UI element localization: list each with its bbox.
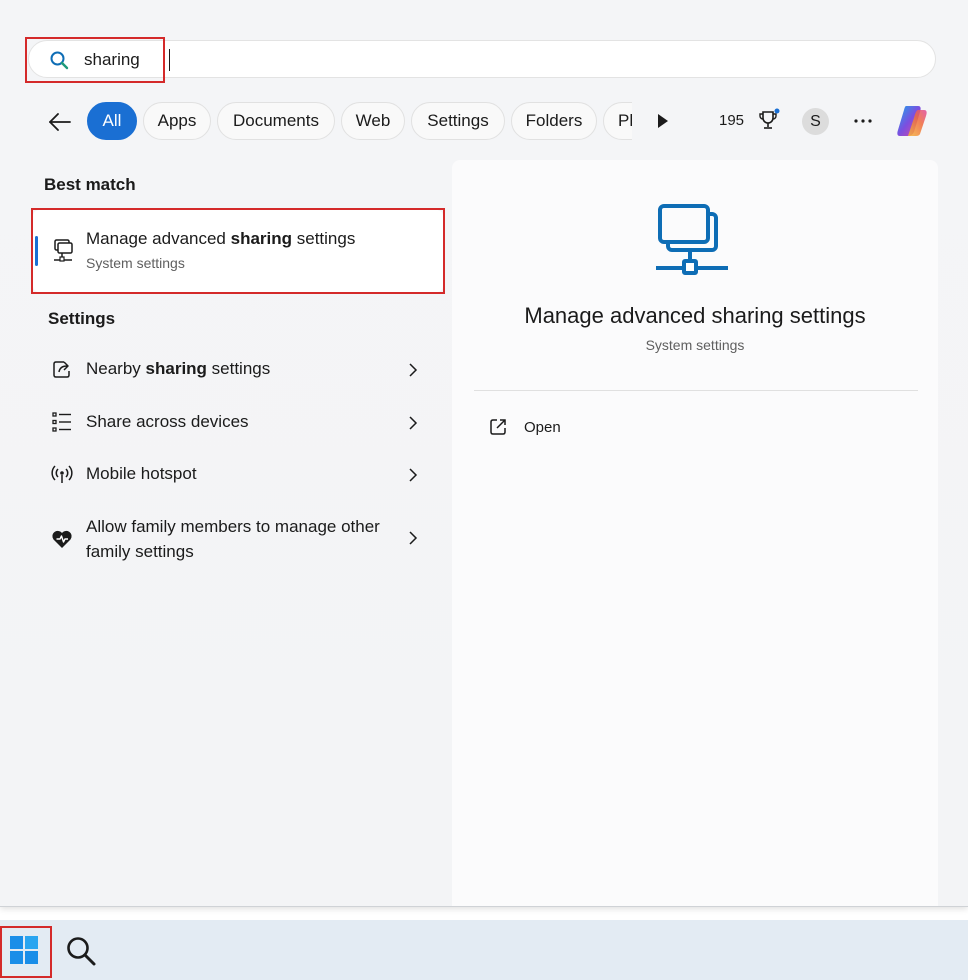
hotspot-icon <box>51 465 73 483</box>
filter-chip-web[interactable]: Web <box>341 102 405 140</box>
open-external-icon <box>490 419 506 435</box>
open-label: Open <box>524 419 561 436</box>
chevron-right-icon <box>409 363 418 377</box>
filter-chip-documents[interactable]: Documents <box>217 102 335 140</box>
best-match-heading: Best match <box>44 175 136 194</box>
detail-title: Manage advanced sharing settings <box>524 303 866 328</box>
detail-subtitle: System settings <box>645 337 745 353</box>
chevron-right-icon <box>409 468 418 482</box>
filter-chip-all[interactable]: All <box>87 102 137 140</box>
search-panel: All Apps Documents Web Settings Folders … <box>0 0 968 907</box>
chevron-right-icon <box>409 531 418 545</box>
family-heart-icon <box>52 530 72 548</box>
play-icon[interactable] <box>656 112 670 130</box>
settings-item-label: Share across devices <box>86 412 249 431</box>
filter-chip-settings[interactable]: Settings <box>411 102 505 140</box>
settings-item-mobile-hotspot[interactable]: Mobile hotspot <box>40 461 432 489</box>
filter-chip-apps[interactable]: Apps <box>143 102 211 140</box>
settings-item-nearby-sharing[interactable]: Nearby sharing settings <box>40 356 432 384</box>
settings-item-label: Mobile hotspot <box>86 464 197 483</box>
network-computer-icon <box>54 239 73 262</box>
search-box[interactable] <box>28 40 936 78</box>
settings-item-label: Nearby sharing settings <box>86 359 271 378</box>
share-icon <box>53 361 70 378</box>
chevron-right-icon <box>409 416 418 430</box>
open-button[interactable]: Open <box>482 414 682 442</box>
windows-logo-icon[interactable] <box>8 934 40 966</box>
search-icon <box>50 51 69 70</box>
settings-item-label: Allow family members to manage other fam… <box>86 517 380 561</box>
filter-chip-folders[interactable]: Folders <box>511 102 597 140</box>
list-icon <box>52 412 71 432</box>
search-input[interactable] <box>84 49 484 71</box>
rewards-trophy-icon[interactable] <box>757 108 781 134</box>
best-match-item[interactable]: Manage advanced sharing settings System … <box>33 210 443 292</box>
settings-item-family-members[interactable]: Allow family members to manage other fam… <box>40 514 432 566</box>
search-icon[interactable] <box>64 934 98 968</box>
divider <box>474 390 918 391</box>
shared-network-icon <box>656 204 728 275</box>
best-match-title: Manage advanced sharing settings <box>86 229 356 248</box>
detail-pane: Manage advanced sharing settings System … <box>452 160 938 906</box>
settings-item-share-across-devices[interactable]: Share across devices <box>40 409 432 437</box>
taskbar <box>0 920 968 980</box>
filter-chip-row: All Apps Documents Web Settings Folders … <box>0 100 632 142</box>
avatar[interactable]: S <box>802 108 829 135</box>
text-caret <box>169 49 170 71</box>
filter-chip-photos[interactable]: Ph <box>603 102 632 140</box>
more-options-icon[interactable] <box>852 114 874 128</box>
copilot-icon[interactable] <box>892 102 932 140</box>
settings-heading: Settings <box>48 309 116 328</box>
selection-indicator <box>35 236 38 266</box>
best-match-subtitle: System settings <box>86 255 185 271</box>
rewards-points: 195 <box>719 112 745 129</box>
